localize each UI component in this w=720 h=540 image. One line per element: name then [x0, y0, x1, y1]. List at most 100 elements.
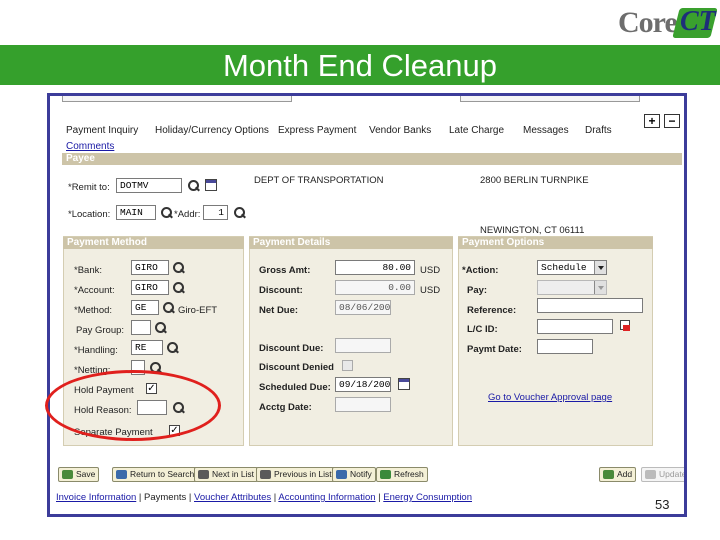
- tab-holiday-currency-options[interactable]: Holiday/Currency Options: [155, 125, 269, 136]
- add-button[interactable]: Add: [599, 467, 637, 482]
- scheduled-due-field[interactable]: 09/18/2004: [335, 377, 391, 392]
- method-field[interactable]: GE: [131, 300, 159, 315]
- location-field[interactable]: MAIN: [116, 205, 156, 220]
- tab-messages[interactable]: Messages: [523, 125, 569, 136]
- discount-currency: USD: [420, 285, 441, 296]
- refresh-icon: [380, 470, 391, 479]
- save-button[interactable]: Save: [58, 467, 100, 482]
- scheduled-due-label: Scheduled Due:: [259, 382, 331, 393]
- lc-id-lookup-icon[interactable]: [620, 320, 630, 332]
- acctg-date-label: Acctg Date:: [259, 402, 312, 413]
- payments-current-page: Payments: [144, 492, 187, 503]
- highlight-circle: [45, 370, 221, 441]
- refresh-button[interactable]: Refresh: [376, 467, 428, 482]
- addr-lookup-icon[interactable]: [233, 206, 247, 220]
- return-to-search-button[interactable]: Return to Search: [112, 467, 199, 482]
- tab-express-payment[interactable]: Express Payment: [278, 125, 356, 136]
- action-select[interactable]: Schedule: [537, 260, 607, 275]
- payment-options-header: Payment Options: [458, 237, 653, 249]
- next-in-list-button[interactable]: Next in List: [194, 467, 259, 482]
- account-lookup-icon[interactable]: [172, 281, 186, 295]
- reference-label: Reference:: [467, 305, 517, 316]
- discount-denied-checkbox[interactable]: [342, 360, 353, 371]
- method-label: *Method:: [74, 305, 113, 316]
- tab-vendor-banks[interactable]: Vendor Banks: [369, 125, 431, 136]
- net-due-label: Net Due:: [259, 305, 299, 316]
- reference-field[interactable]: [537, 298, 643, 313]
- tab-payment-inquiry[interactable]: Payment Inquiry: [66, 125, 138, 136]
- bank-lookup-icon[interactable]: [172, 261, 186, 275]
- voucher-attributes-link[interactable]: Voucher Attributes: [194, 492, 271, 503]
- method-description: Giro-EFT: [178, 305, 218, 316]
- notify-icon: [336, 470, 347, 479]
- next-arrow-icon: [198, 470, 209, 479]
- link-separator: |: [136, 492, 145, 503]
- pay-group-field[interactable]: [131, 320, 151, 335]
- location-label: *Location:: [68, 209, 111, 220]
- vendor-details-icon[interactable]: [205, 179, 217, 191]
- next-in-list-label: Next in List: [212, 469, 255, 479]
- peoplesoft-voucher-payments-screen: Payment Inquiry Holiday/Currency Options…: [47, 93, 687, 517]
- discount-label: Discount:: [259, 285, 303, 296]
- handling-field[interactable]: RE: [131, 340, 163, 355]
- pay-select[interactable]: [537, 280, 607, 295]
- page-toolbar: Save Return to Search Next in List Previ…: [56, 467, 684, 485]
- handling-lookup-icon[interactable]: [166, 341, 180, 355]
- method-lookup-icon[interactable]: [162, 301, 176, 315]
- account-field[interactable]: GIRO: [131, 280, 169, 295]
- paymt-date-field[interactable]: [537, 339, 593, 354]
- lc-id-field[interactable]: [537, 319, 613, 334]
- gross-amt-currency: USD: [420, 265, 441, 276]
- previous-in-list-button[interactable]: Previous in List: [256, 467, 336, 482]
- payment-method-header: Payment Method: [63, 237, 244, 249]
- update-display-label: Update/Di: [659, 469, 687, 479]
- remit-to-label: *Remit to:: [68, 182, 110, 193]
- logo-ct-text: CT: [680, 6, 716, 37]
- payee-address-line1: DEPT OF TRANSPORTATION: [254, 175, 384, 186]
- discount-due-field[interactable]: [335, 338, 391, 353]
- comments-link[interactable]: Comments: [66, 141, 114, 152]
- update-display-icon: [645, 470, 656, 479]
- search-icon: [116, 470, 127, 479]
- add-icon: [603, 470, 614, 479]
- accounting-information-link[interactable]: Accounting Information: [278, 492, 375, 503]
- previous-in-list-label: Previous in List: [274, 469, 332, 479]
- bank-label: *Bank:: [74, 265, 102, 276]
- gross-amt-field[interactable]: 80.00: [335, 260, 415, 275]
- slide-title: Month End Cleanup: [222, 48, 498, 83]
- tab-drafts[interactable]: Drafts: [585, 125, 612, 136]
- addr-field[interactable]: 1: [203, 205, 228, 220]
- net-due-field[interactable]: 08/06/2004: [335, 300, 391, 315]
- bank-field[interactable]: GIRO: [131, 260, 169, 275]
- remit-to-lookup-icon[interactable]: [187, 179, 201, 193]
- save-button-label: Save: [76, 469, 96, 479]
- payee-address-line2: 2800 BERLIN TURNPIKE: [480, 175, 589, 186]
- expand-plus-button[interactable]: +: [644, 114, 660, 128]
- pay-label: Pay:: [467, 285, 488, 296]
- invoice-information-link[interactable]: Invoice Information: [56, 492, 136, 503]
- link-separator: |: [186, 492, 195, 503]
- energy-consumption-link[interactable]: Energy Consumption: [383, 492, 472, 503]
- chevron-down-icon: [594, 281, 606, 294]
- addr-label: *Addr:: [174, 209, 201, 220]
- discount-field[interactable]: 0.00: [335, 280, 415, 295]
- scheduled-due-calendar-icon[interactable]: [398, 378, 410, 390]
- action-label: *Action:: [462, 265, 499, 276]
- update-display-button[interactable]: Update/Di: [641, 467, 687, 482]
- lc-id-label: L/C ID:: [467, 324, 498, 335]
- remit-to-field[interactable]: DOTMV: [116, 178, 182, 193]
- location-lookup-icon[interactable]: [160, 206, 174, 220]
- handling-label: *Handling:: [74, 345, 118, 356]
- payment-details-header: Payment Details: [249, 237, 453, 249]
- acctg-date-field[interactable]: [335, 397, 391, 412]
- pay-group-lookup-icon[interactable]: [154, 321, 168, 335]
- voucher-approval-link[interactable]: Go to Voucher Approval page: [488, 392, 612, 403]
- gross-amt-label: Gross Amt:: [259, 265, 311, 276]
- top-field-remnant: [460, 96, 640, 102]
- chevron-down-icon: [594, 261, 606, 274]
- save-icon: [62, 470, 73, 479]
- tab-late-charge[interactable]: Late Charge: [449, 125, 504, 136]
- collapse-minus-button[interactable]: −: [664, 114, 680, 128]
- discount-due-label: Discount Due:: [259, 343, 324, 354]
- notify-button[interactable]: Notify: [332, 467, 376, 482]
